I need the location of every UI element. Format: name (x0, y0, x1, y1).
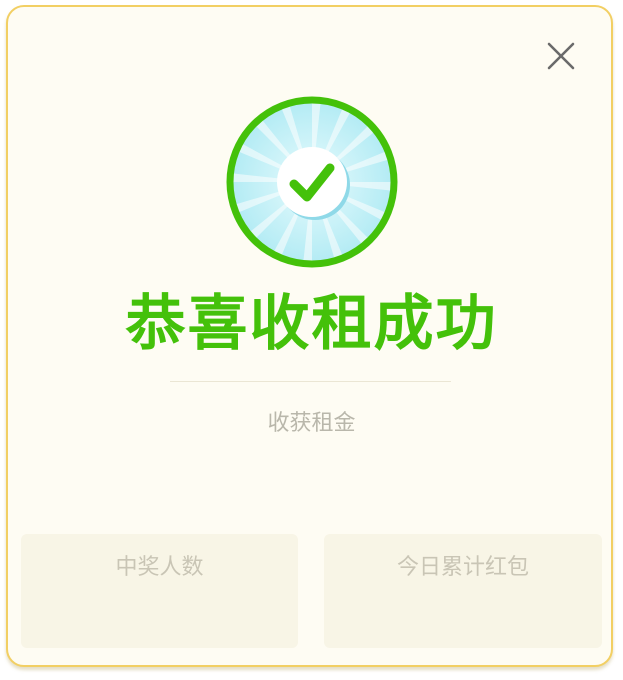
reward-subtitle: 收获租金 (267, 411, 356, 436)
checkmark-badge-icon (226, 96, 398, 268)
success-title: 恭喜收租成功 (125, 289, 498, 359)
close-icon[interactable] (541, 36, 581, 76)
today-total-card: 今日累计红包 (324, 534, 602, 648)
winners-count-card: 中奖人数 (21, 534, 298, 648)
divider (170, 381, 451, 382)
winners-count-label: 中奖人数 (115, 555, 204, 580)
today-total-label: 今日累计红包 (396, 555, 529, 580)
